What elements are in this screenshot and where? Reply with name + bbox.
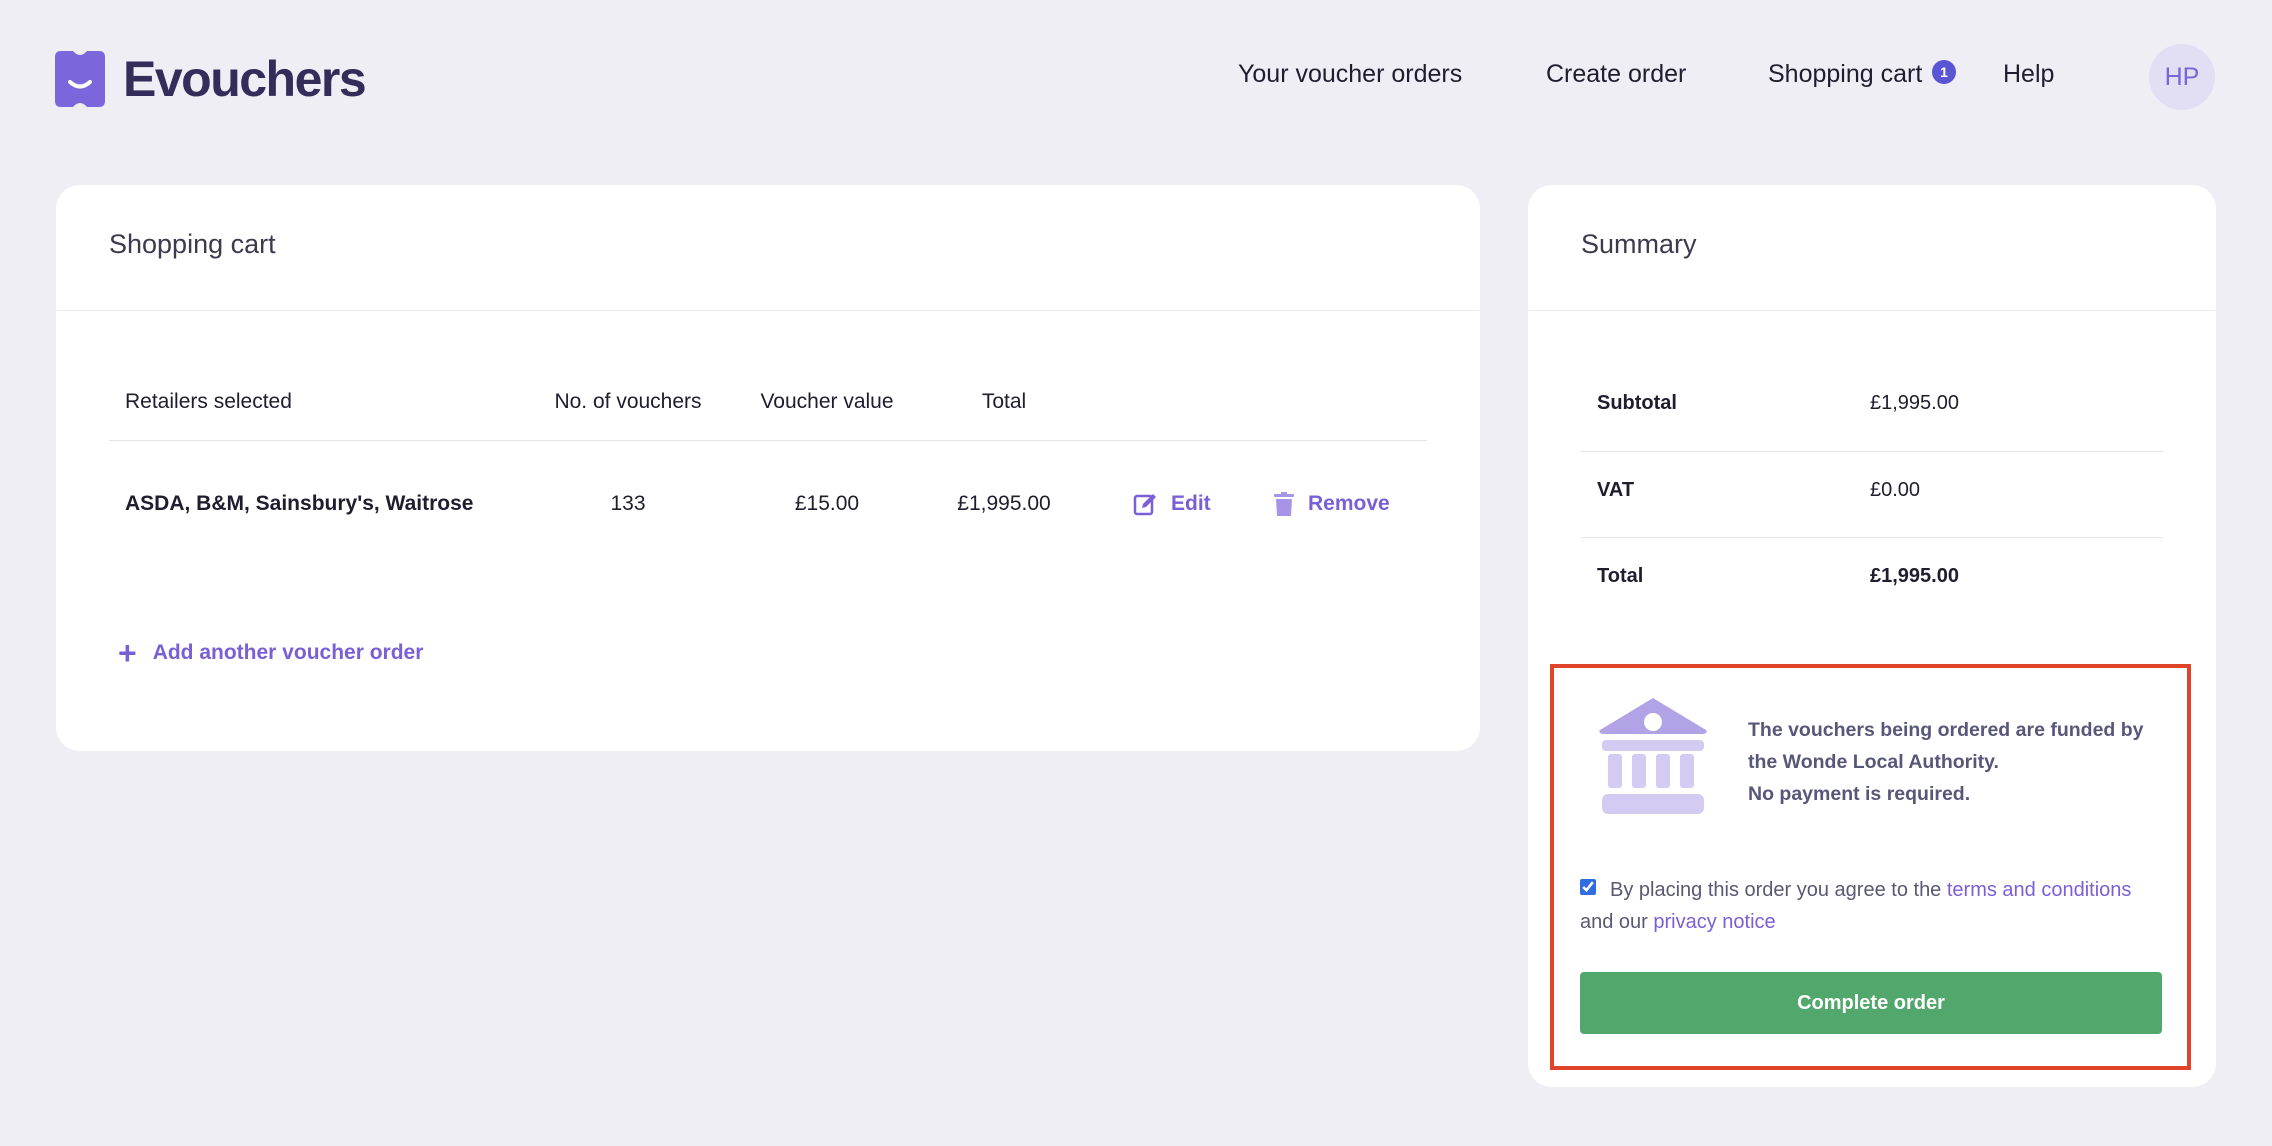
brand-name: Evouchers — [123, 51, 367, 107]
column-header-voucher-value: Voucher value — [760, 390, 894, 413]
shopping-cart-card: Shopping cart Retailers selected No. of … — [56, 185, 1480, 751]
row-total: £1,995.00 — [957, 492, 1051, 515]
table-divider — [109, 440, 1427, 441]
bank-icon — [1599, 698, 1707, 814]
total-value: £1,995.00 — [1870, 565, 1959, 587]
remove-label: Remove — [1308, 492, 1390, 515]
row-retailers: ASDA, B&M, Sainsbury's, Waitrose — [125, 492, 474, 515]
terms-agreement: By placing this order you agree to the t… — [1580, 874, 2170, 938]
row-voucher-count: 133 — [610, 492, 646, 515]
divider — [1528, 310, 2216, 311]
terms-middle: and our — [1580, 911, 1654, 933]
plus-icon: + — [118, 635, 137, 671]
row-voucher-value: £15.00 — [794, 492, 860, 515]
user-avatar[interactable]: HP — [2149, 44, 2215, 110]
subtotal-value: £1,995.00 — [1870, 392, 1959, 414]
vat-label: VAT — [1597, 479, 1635, 501]
add-voucher-order-link[interactable]: + Add another voucher order — [118, 637, 423, 669]
vat-value: £0.00 — [1870, 479, 1921, 501]
total-label: Total — [1597, 565, 1644, 587]
complete-order-button[interactable]: Complete order — [1580, 972, 2162, 1034]
nav-create-order[interactable]: Create order — [1546, 60, 1686, 89]
edit-button[interactable]: Edit — [1133, 492, 1211, 516]
column-header-retailers: Retailers selected — [125, 390, 292, 413]
divider — [56, 310, 1480, 311]
nav-help[interactable]: Help — [2003, 60, 2054, 89]
cart-count-badge: 1 — [1932, 60, 1956, 84]
nav-your-voucher-orders[interactable]: Your voucher orders — [1238, 60, 1462, 89]
edit-icon — [1133, 494, 1156, 516]
column-header-vouchers: No. of vouchers — [554, 390, 702, 413]
remove-button[interactable]: Remove — [1274, 492, 1390, 516]
edit-label: Edit — [1171, 492, 1211, 515]
funding-line-2: No payment is required. — [1748, 783, 1971, 805]
nav-shopping-cart[interactable]: Shopping cart — [1768, 60, 1922, 89]
subtotal-row: Subtotal £1,995.00 — [1581, 363, 2163, 449]
logo[interactable]: Evouchers — [55, 50, 367, 108]
terms-prefix: By placing this order you agree to the — [1610, 879, 1947, 901]
header: Evouchers — [0, 0, 2272, 160]
cart-title: Shopping cart — [109, 229, 276, 259]
trash-icon — [1274, 492, 1294, 516]
voucher-logo-icon — [55, 51, 105, 107]
summary-title: Summary — [1581, 229, 1697, 259]
subtotal-label: Subtotal — [1597, 392, 1677, 414]
funding-message: The vouchers being ordered are funded by… — [1748, 714, 2168, 810]
total-row: Total £1,995.00 — [1581, 536, 2163, 622]
column-header-total: Total — [981, 390, 1027, 413]
vat-row: VAT £0.00 — [1581, 450, 2163, 536]
add-voucher-order-label: Add another voucher order — [152, 641, 424, 664]
privacy-notice-link[interactable]: privacy notice — [1653, 911, 1775, 933]
terms-link[interactable]: terms and conditions — [1947, 879, 2132, 901]
terms-checkbox[interactable] — [1580, 879, 1596, 895]
funding-line-1: The vouchers being ordered are funded by… — [1748, 719, 2144, 773]
